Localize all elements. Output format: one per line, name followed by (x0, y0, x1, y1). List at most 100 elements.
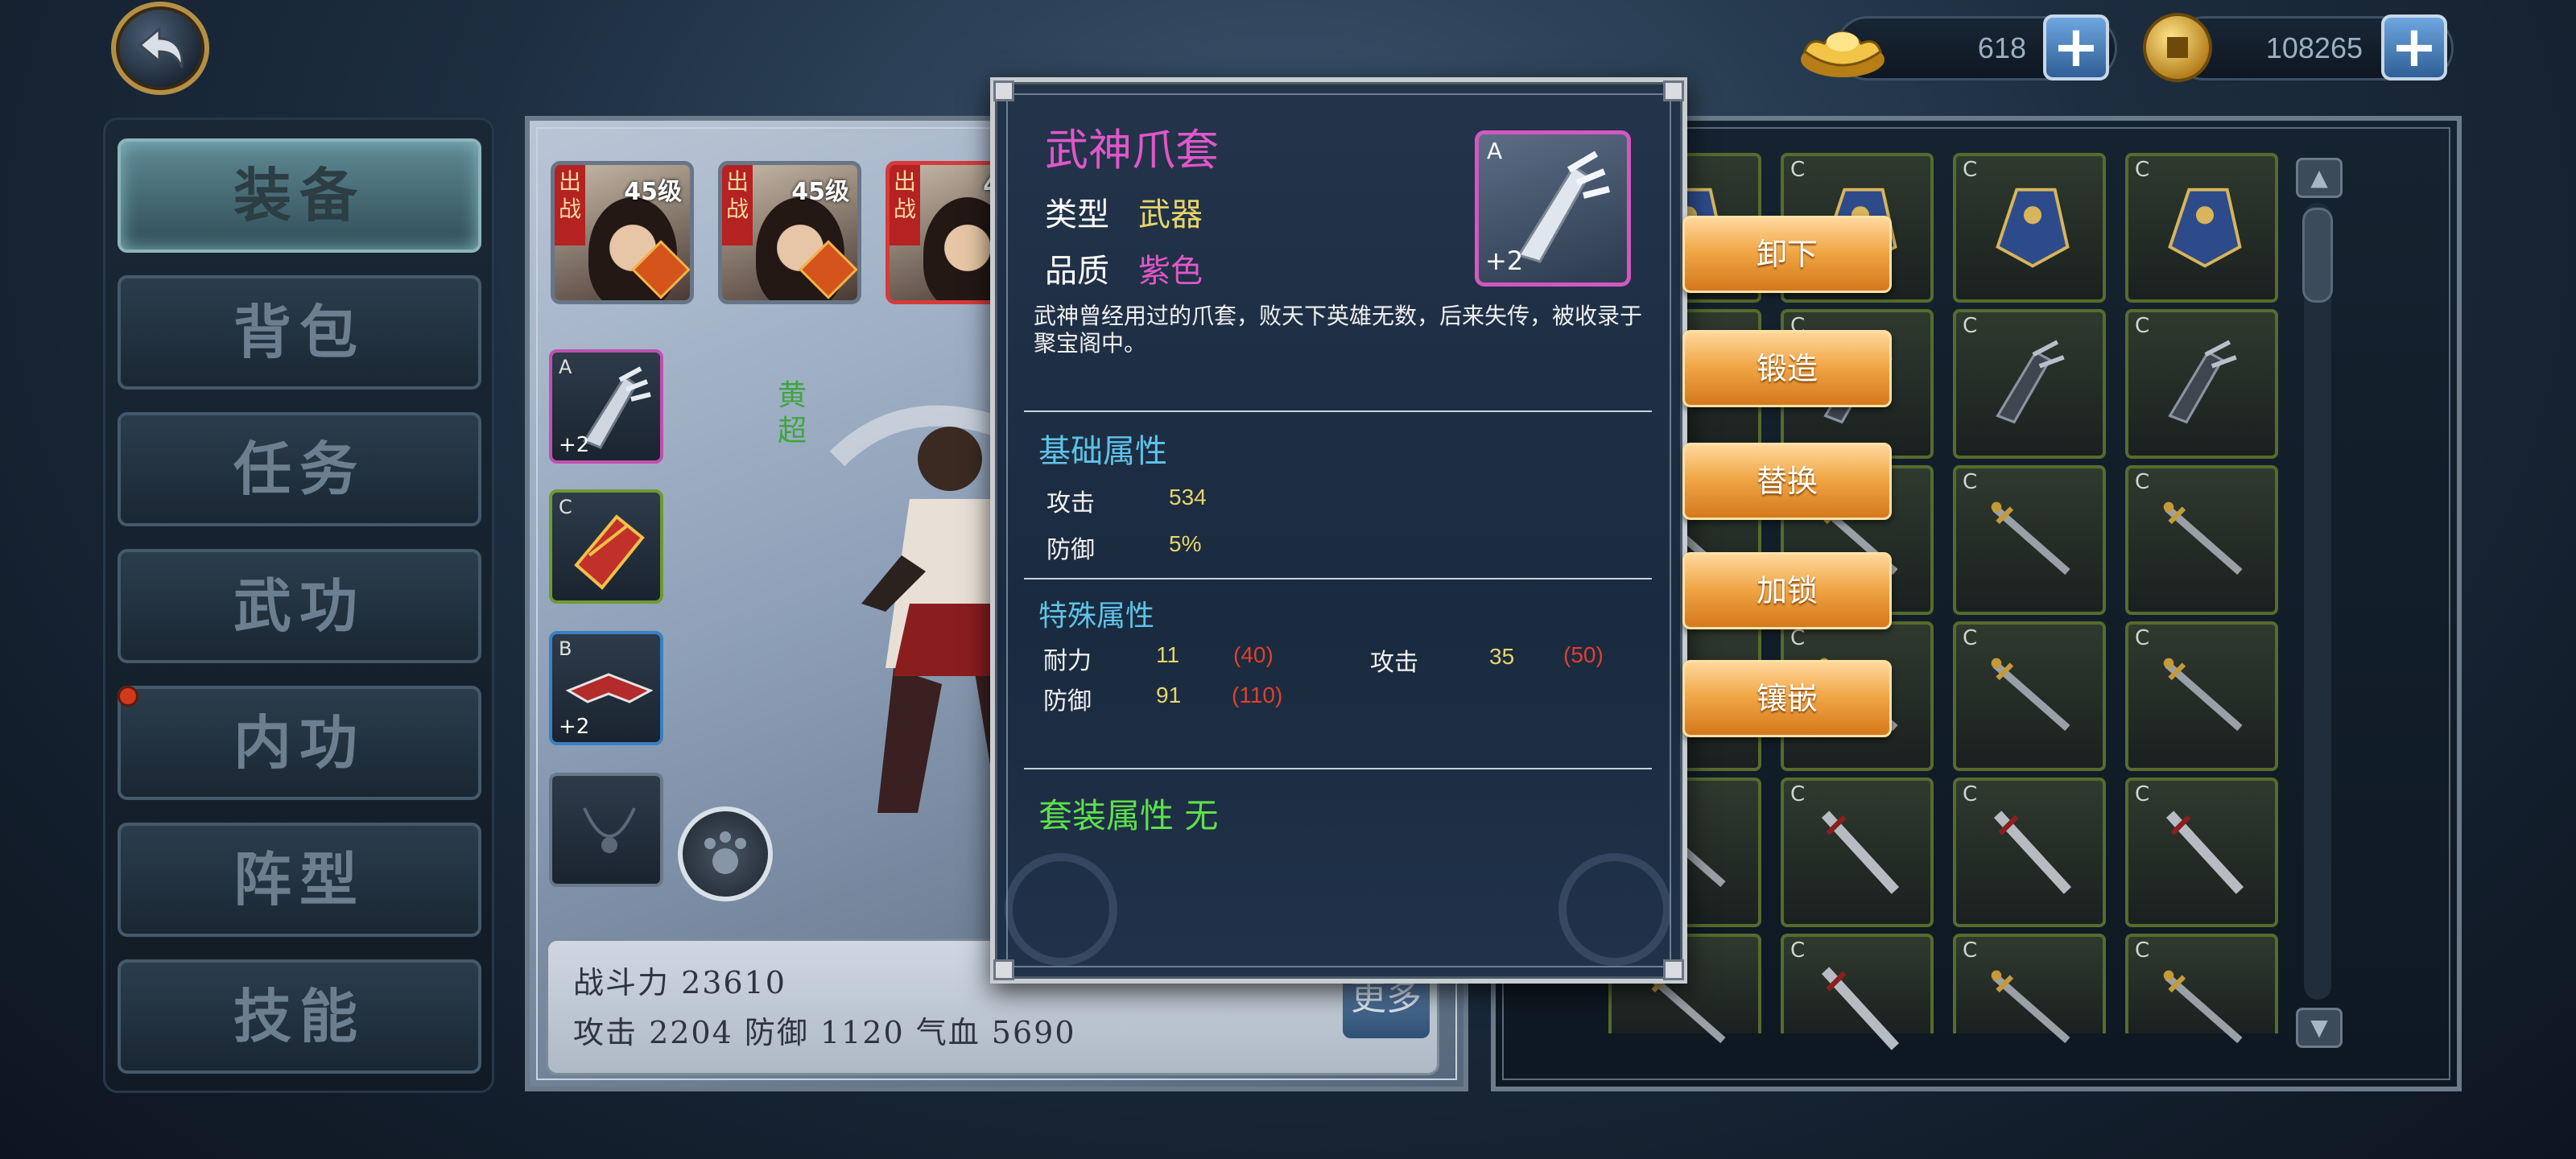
bag-cell[interactable]: C (2125, 465, 2278, 615)
sword-icon (2163, 970, 2243, 1044)
item-enhance: +2 (559, 715, 590, 739)
back-arrow-icon (138, 26, 184, 68)
base-attr-value: 5% (1169, 531, 1202, 556)
sword-icon (1991, 658, 2070, 732)
deploy-tag: 出战 (555, 165, 585, 245)
bag-cell[interactable]: C (1953, 309, 2106, 459)
item-grade: C (559, 496, 572, 518)
bracer-icon (2168, 188, 2242, 268)
special-attr-max: (40) (1233, 642, 1274, 667)
bag-cell[interactable]: C (1953, 153, 2106, 303)
special-attr-value: 91 (1156, 683, 1182, 707)
inlay-button[interactable]: 镶嵌 (1682, 660, 1892, 737)
nav-quest[interactable]: 任务 (118, 412, 481, 526)
special-attr-name: 防御 (1043, 687, 1092, 716)
scrollbar-thumb[interactable] (2302, 208, 2333, 303)
gold-ingot-icon (1801, 31, 1885, 77)
item-enhance: +2 (559, 433, 590, 457)
bag-cell[interactable]: C (1953, 621, 2106, 771)
divider (1024, 768, 1652, 769)
nav-bag[interactable]: 背包 (118, 275, 481, 390)
item-enhance: +2 (1485, 245, 1524, 276)
nav-formation[interactable]: 阵型 (118, 823, 481, 937)
scroll-down-button[interactable]: ▼ (2296, 1008, 2343, 1048)
tooltip-corner (1663, 959, 1684, 980)
blade-icon (1821, 967, 1900, 1050)
nav-inner-power[interactable]: 内功 (118, 686, 481, 800)
item-grade: C (1963, 626, 1978, 650)
notification-dot (118, 686, 138, 707)
base-attr-name: 防御 (1046, 536, 1095, 564)
equip-slot-weapon[interactable]: A +2 (549, 349, 663, 464)
unequip-button[interactable]: 卸下 (1682, 216, 1892, 293)
add-ingot-button[interactable]: + (2043, 14, 2109, 80)
special-attr-max: (110) (1232, 683, 1283, 707)
tooltip-corner (1663, 80, 1684, 101)
hero-level: 45级 (624, 178, 682, 206)
sword-icon (1991, 970, 2070, 1044)
bag-cell[interactable]: C (1953, 465, 2106, 615)
blade-icon (1821, 810, 1900, 894)
scrollbar-track[interactable] (2304, 203, 2331, 1000)
item-grade: C (1963, 470, 1978, 494)
copper-coin-icon (2143, 13, 2212, 82)
bag-cell[interactable]: C (1781, 934, 1934, 1050)
necklace-icon (583, 807, 636, 853)
hero-card-1[interactable]: 出战 45级 (551, 161, 694, 304)
equip-slot-armor[interactable]: C (549, 489, 663, 604)
bag-cell[interactable]: C (1953, 777, 2106, 927)
special-attr-title: 特殊属性 (1038, 600, 1155, 633)
equip-slot-empty[interactable] (549, 773, 663, 887)
back-button[interactable] (111, 2, 209, 95)
scroll-up-button[interactable]: ▲ (2296, 158, 2343, 198)
tooltip-corner (993, 959, 1014, 980)
item-grade: C (1963, 158, 1978, 182)
bag-cell[interactable]: C (2125, 777, 2278, 927)
bag-cell[interactable]: C (2125, 934, 2278, 1044)
set-attr-title: 套装属性 无 (1038, 796, 1219, 835)
nav-skills[interactable]: 技能 (118, 959, 481, 1074)
special-attr-max: (50) (1563, 642, 1604, 667)
bracer-icon (1996, 188, 2070, 268)
coin-value: 108265 (2265, 31, 2363, 64)
blade-icon (1993, 810, 2072, 894)
bag-cell[interactable]: C (1781, 777, 1934, 927)
item-grade: C (1790, 938, 1806, 963)
sword-icon (2163, 501, 2243, 575)
item-grade: C (1963, 782, 1978, 806)
deploy-tag: 出战 (722, 165, 753, 245)
hero-card-2[interactable]: 出战 45级 (718, 161, 861, 304)
special-attr-name: 耐力 (1043, 647, 1092, 675)
add-coin-button[interactable]: + (2381, 14, 2447, 80)
bag-cell[interactable]: C (2125, 309, 2278, 459)
type-value: 武器 (1138, 196, 1203, 233)
claw-icon (2168, 340, 2237, 424)
deploy-tag: 出战 (890, 165, 920, 245)
nav-equipment[interactable]: 装备 (118, 138, 481, 253)
bag-cell[interactable]: C (2125, 153, 2278, 303)
attribute-summary: 攻击 2204 防御 1120 气血 5690 (573, 1015, 1076, 1050)
special-attr-value: 35 (1489, 644, 1515, 669)
item-grade: A (1487, 138, 1503, 164)
lock-button[interactable]: 加锁 (1682, 552, 1892, 629)
nav-martial-arts[interactable]: 武功 (118, 549, 481, 663)
blade-icon (2165, 810, 2244, 894)
replace-button[interactable]: 替换 (1682, 443, 1892, 520)
special-attr-name: 攻击 (1370, 649, 1418, 677)
sword-icon (2163, 658, 2243, 732)
forge-button[interactable]: 锻造 (1682, 330, 1892, 407)
ingot-value: 618 (1977, 31, 2026, 64)
item-grade: C (2135, 470, 2150, 494)
cloud-ornament (1558, 853, 1671, 966)
base-attr-title: 基础属性 (1038, 433, 1167, 470)
rotate-joystick[interactable] (678, 806, 773, 901)
tooltip-corner (993, 80, 1014, 101)
item-grade: C (2135, 938, 2150, 963)
item-title: 武神爪套 (1045, 125, 1219, 175)
base-attr-value: 534 (1169, 485, 1207, 509)
combat-power: 战斗力 23610 (573, 965, 786, 1000)
bag-cell[interactable]: C (2125, 621, 2278, 771)
equip-slot-accessory[interactable]: B +2 (549, 631, 663, 745)
item-grade: C (2135, 314, 2150, 338)
bag-cell[interactable]: C (1953, 934, 2106, 1044)
